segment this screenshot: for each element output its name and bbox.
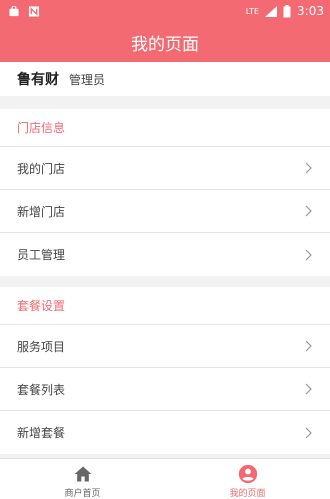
chevron-right-icon (305, 340, 312, 352)
signal-icon (265, 5, 278, 17)
menu-item-label: 新增门店 (17, 204, 66, 219)
user-role: 管理员 (69, 72, 106, 87)
package-settings-section: 套餐设置 服务项目 套餐列表 新增套餐 (0, 287, 330, 454)
store-info-section: 门店信息 我的门店 新增门店 员工管理 (0, 109, 330, 276)
tab-label: 我的页面 (229, 489, 266, 499)
chevron-right-icon (305, 205, 312, 217)
tab-label: 商户首页 (64, 489, 101, 499)
tab-my-page[interactable]: 我的页面 (165, 459, 330, 499)
chevron-right-icon (305, 162, 312, 174)
page-title: 我的页面 (0, 22, 330, 62)
menu-item-package-list[interactable]: 套餐列表 (0, 368, 330, 411)
status-time: 3:03 (297, 4, 324, 18)
notification-n-icon (28, 5, 40, 17)
user-name: 鲁有财 (17, 72, 59, 88)
network-type: LTE (245, 6, 260, 16)
bottom-tab-bar: 商户首页 我的页面 (0, 458, 330, 499)
menu-item-add-package[interactable]: 新增套餐 (0, 411, 330, 454)
menu-item-label: 服务项目 (17, 339, 66, 354)
battery-icon (283, 4, 291, 17)
menu-item-my-store[interactable]: 我的门店 (0, 147, 330, 190)
menu-item-label: 员工管理 (17, 248, 66, 262)
menu-item-label: 我的门店 (17, 161, 66, 176)
menu-item-add-store[interactable]: 新增门店 (0, 190, 330, 233)
tab-merchant-home[interactable]: 商户首页 (0, 459, 165, 499)
user-circle-icon (238, 464, 257, 484)
chevron-right-icon (305, 383, 312, 395)
menu-item-staff-management[interactable]: 员工管理 (0, 233, 330, 276)
user-info: 鲁有财 管理员 (0, 62, 330, 96)
notification-bag-icon (9, 5, 19, 16)
menu-item-label: 套餐列表 (17, 382, 66, 397)
menu-item-services[interactable]: 服务项目 (0, 325, 330, 368)
section-title: 门店信息 (0, 109, 330, 147)
home-icon (74, 466, 91, 482)
chevron-right-icon (305, 427, 312, 438)
menu-item-label: 新增套餐 (17, 426, 66, 440)
chevron-right-icon (305, 249, 312, 260)
section-title: 套餐设置 (0, 287, 330, 325)
status-bar: LTE 3:03 (0, 0, 330, 22)
